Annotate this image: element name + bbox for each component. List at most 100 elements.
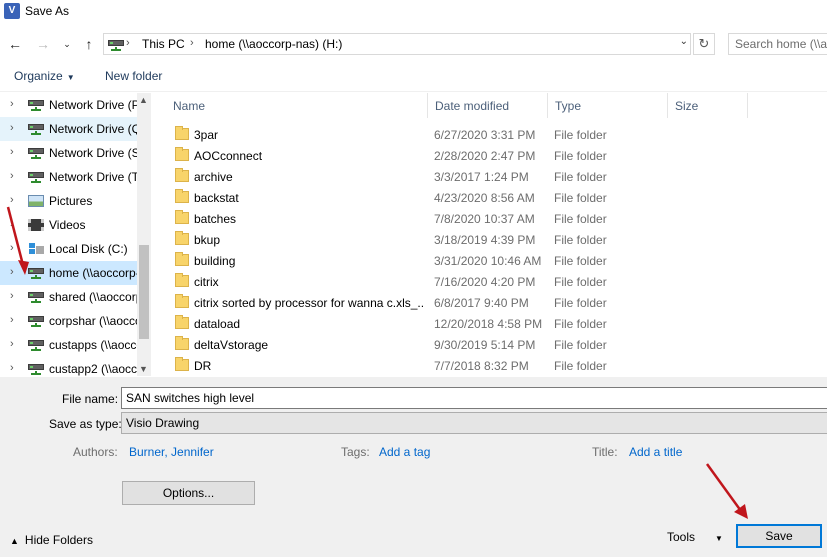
- column-divider[interactable]: [747, 93, 748, 118]
- tools-menu[interactable]: Tools ▼: [667, 530, 723, 544]
- title-label: Title:: [592, 445, 618, 459]
- column-header-date[interactable]: Date modified: [427, 93, 547, 118]
- network-drive-icon: [28, 291, 44, 303]
- forward-button[interactable]: →: [34, 34, 52, 54]
- sidebar-item-custapp2[interactable]: › custapp2 (\\aoccorp-nas): [0, 357, 137, 376]
- navigation-pane[interactable]: › Network Drive (P:) › Network Drive (Q:…: [0, 93, 150, 376]
- organize-button[interactable]: Organize ▼: [14, 69, 75, 83]
- file-name: DR: [194, 359, 212, 373]
- folder-icon: [175, 168, 189, 182]
- hide-folders-toggle[interactable]: ▲ Hide Folders: [10, 533, 93, 547]
- command-bar: Organize ▼ New folder: [0, 62, 827, 92]
- column-header-type[interactable]: Type: [547, 93, 667, 118]
- file-name-field[interactable]: [121, 387, 827, 409]
- chevron-right-icon[interactable]: ›: [10, 194, 14, 206]
- chevron-right-icon[interactable]: ›: [10, 170, 14, 182]
- scroll-down-icon[interactable]: ▼: [139, 364, 148, 374]
- scroll-up-icon[interactable]: ▲: [139, 95, 148, 105]
- scrollbar-thumb[interactable]: [139, 245, 149, 339]
- window-title: Save As: [25, 4, 70, 18]
- file-name-input[interactable]: [122, 388, 827, 408]
- file-row[interactable]: 3par 6/27/2020 3:31 PM File folder: [165, 124, 827, 145]
- sidebar-item-pictures[interactable]: › Pictures: [0, 189, 137, 213]
- file-row[interactable]: DR 7/7/2018 8:32 PM File folder: [165, 355, 827, 376]
- file-date: 12/20/2018 4:58 PM: [434, 317, 543, 331]
- save-button[interactable]: Save: [736, 524, 822, 548]
- file-row[interactable]: archive 3/3/2017 1:24 PM File folder: [165, 166, 827, 187]
- file-type: File folder: [554, 170, 607, 184]
- navigation-pane-scrollbar[interactable]: ▲ ▼: [137, 93, 151, 376]
- network-drive-icon: [28, 99, 44, 111]
- sidebar-item-network-drive-p[interactable]: › Network Drive (P:): [0, 93, 137, 117]
- chevron-right-icon[interactable]: ›: [10, 314, 14, 326]
- chevron-right-icon[interactable]: ›: [10, 98, 14, 110]
- file-name-label: File name:: [62, 392, 119, 406]
- column-header-size[interactable]: Size: [667, 93, 747, 118]
- file-date: 7/16/2020 4:20 PM: [434, 275, 536, 289]
- file-type: File folder: [554, 275, 607, 289]
- new-folder-button[interactable]: New folder: [105, 69, 162, 83]
- chevron-right-icon[interactable]: ›: [10, 362, 14, 374]
- folder-icon: [175, 189, 189, 203]
- file-type: File folder: [554, 128, 607, 142]
- arrow-left-icon: ←: [8, 36, 22, 52]
- chevron-right-icon[interactable]: ›: [10, 242, 14, 254]
- refresh-button[interactable]: ↻: [693, 33, 715, 55]
- file-name: dataload: [194, 317, 241, 331]
- breadcrumb-this-pc[interactable]: This PC: [142, 37, 185, 51]
- breadcrumb-home-drive[interactable]: home (\\aoccorp-nas) (H:): [205, 37, 342, 51]
- back-button[interactable]: ←: [6, 34, 24, 54]
- column-header-name[interactable]: Name ⌃: [165, 93, 427, 118]
- authors-value[interactable]: Burner, Jennifer: [129, 445, 214, 459]
- sidebar-item-label: Network Drive (Q:): [49, 122, 137, 136]
- sidebar-item-custapps[interactable]: › custapps (\\aoccorp-nas): [0, 333, 137, 357]
- file-row[interactable]: citrix sorted by processor for wanna c.x…: [165, 292, 827, 313]
- file-name: batches: [194, 212, 237, 226]
- sort-ascending-icon: ⌃: [293, 93, 301, 99]
- sidebar-item-network-drive-t[interactable]: › Network Drive (T:): [0, 165, 137, 189]
- add-tag-link[interactable]: Add a tag: [379, 445, 430, 459]
- sidebar-item-corpshar[interactable]: › corpshar (\\aoccorp-nas): [0, 309, 137, 333]
- sidebar-item-network-drive-s[interactable]: › Network Drive (S:): [0, 141, 137, 165]
- file-row[interactable]: backstat 4/23/2020 8:56 AM File folder: [165, 187, 827, 208]
- file-row[interactable]: dataload 12/20/2018 4:58 PM File folder: [165, 313, 827, 334]
- chevron-right-icon[interactable]: ›: [10, 338, 14, 350]
- file-row[interactable]: AOCconnect 2/28/2020 2:47 PM File folder: [165, 145, 827, 166]
- up-button[interactable]: ↑: [80, 34, 98, 54]
- chevron-right-icon[interactable]: ›: [10, 266, 14, 278]
- file-name: building: [194, 254, 236, 268]
- search-box[interactable]: [728, 33, 827, 55]
- file-name: citrix sorted by processor for wanna c.x…: [194, 296, 424, 310]
- network-drive-icon: [28, 315, 44, 327]
- sidebar-item-network-drive-q[interactable]: › Network Drive (Q:): [0, 117, 137, 141]
- address-dropdown-icon[interactable]: ⌄: [680, 36, 688, 47]
- chevron-right-icon[interactable]: ›: [10, 122, 14, 134]
- file-list[interactable]: Name ⌃ Date modified Type Size 3par 6/27…: [165, 93, 827, 376]
- chevron-right-icon[interactable]: ›: [10, 218, 14, 230]
- file-row[interactable]: bkup 3/18/2019 4:39 PM File folder: [165, 229, 827, 250]
- options-button[interactable]: Options...: [122, 481, 255, 505]
- chevron-right-icon[interactable]: ›: [10, 146, 14, 158]
- file-date: 3/18/2019 4:39 PM: [434, 233, 536, 247]
- network-drive-icon: [28, 123, 44, 135]
- sidebar-item-shared[interactable]: › shared (\\aoccorp-nas): [0, 285, 137, 309]
- file-row[interactable]: batches 7/8/2020 10:37 AM File folder: [165, 208, 827, 229]
- organize-label: Organize: [14, 69, 63, 83]
- sidebar-item-local-disk-c[interactable]: › Local Disk (C:): [0, 237, 137, 261]
- add-title-link[interactable]: Add a title: [629, 445, 682, 459]
- search-input[interactable]: [729, 34, 827, 54]
- file-date: 6/27/2020 3:31 PM: [434, 128, 536, 142]
- file-row[interactable]: deltaVstorage 9/30/2019 5:14 PM File fol…: [165, 334, 827, 355]
- file-type: File folder: [554, 296, 607, 310]
- save-as-type-select[interactable]: Visio Drawing: [121, 412, 827, 434]
- file-row[interactable]: citrix 7/16/2020 4:20 PM File folder: [165, 271, 827, 292]
- sidebar-item-videos[interactable]: › Videos: [0, 213, 137, 237]
- folder-icon: [175, 294, 189, 308]
- address-bar[interactable]: › This PC › home (\\aoccorp-nas) (H:) ⌄: [103, 33, 691, 55]
- chevron-right-icon[interactable]: ›: [10, 290, 14, 302]
- network-drive-icon: [28, 363, 44, 375]
- recent-locations-button[interactable]: ⌄: [58, 34, 76, 54]
- sidebar-item-home-drive[interactable]: › home (\\aoccorp-nas) (H:): [0, 261, 137, 285]
- save-options-panel: File name: Save as type: Visio Drawing A…: [0, 377, 827, 557]
- file-row[interactable]: building 3/31/2020 10:46 AM File folder: [165, 250, 827, 271]
